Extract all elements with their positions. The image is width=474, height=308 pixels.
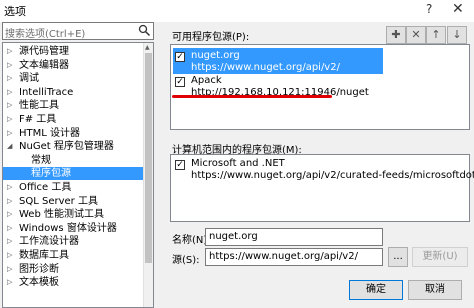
tree-scrollbar[interactable]: ▲ xyxy=(143,43,153,307)
tree-item-label: 源代码管理 xyxy=(19,46,69,57)
source-checkbox[interactable]: ✓ xyxy=(175,160,185,170)
browse-button[interactable]: ... xyxy=(388,247,408,267)
close-icon[interactable]: ✕ xyxy=(452,1,464,17)
source-name: nuget.org xyxy=(191,50,240,61)
source-url: https://www.nuget.org/api/v2/curated-fee… xyxy=(191,170,474,181)
tree-item-label: 图形诊断 xyxy=(19,263,59,275)
source-label: 源(S): xyxy=(172,255,200,266)
source-item-apack[interactable]: ✓ Apack http://192.168.10.121:11946/nuge… xyxy=(175,75,445,103)
tree-item-label: 数据库工具 xyxy=(19,250,69,261)
source-name: Apack xyxy=(191,75,222,86)
tree-item-label: IntelliTrace xyxy=(19,86,74,98)
expand-arrow-icon[interactable]: ▷ xyxy=(7,86,12,99)
tree-item-label: Web 性能测试工具 xyxy=(19,209,104,221)
tree-item-label: 文本编辑器 xyxy=(19,59,69,71)
name-field[interactable]: nuget.org xyxy=(205,228,383,246)
tree-item-label: 文本模板 xyxy=(19,277,59,289)
tree-item-label: 工作流设计器 xyxy=(19,236,79,248)
tree-item[interactable]: 程序包源 xyxy=(3,167,143,181)
available-sources-label: 可用程序包源(P): xyxy=(172,32,250,43)
tree-item-label: 程序包源 xyxy=(31,168,71,180)
expand-arrow-icon[interactable]: ▷ xyxy=(7,276,12,289)
tree-item-label: Windows 窗体设计器 xyxy=(19,222,117,234)
expand-arrow-icon[interactable]: ▷ xyxy=(7,208,12,221)
scroll-thumb[interactable] xyxy=(145,53,152,263)
expand-arrow-icon[interactable]: ◢ xyxy=(7,140,12,153)
options-tree[interactable]: ▷ 源代码管理 ▷ 文本编辑器 ▷ 调试 ▷ IntelliTrace ▷ 性能工具 ▷ F# 工具 ▷… xyxy=(2,42,154,308)
tree-item-label: F# 工具 xyxy=(19,114,57,125)
expand-arrow-icon[interactable]: ▷ xyxy=(7,235,12,248)
machine-sources-list[interactable]: ✓ Microsoft and .NET https://www.nuget.o… xyxy=(170,154,474,222)
expand-arrow-icon[interactable]: ▷ xyxy=(7,72,12,85)
expand-arrow-icon[interactable]: ▷ xyxy=(7,249,12,262)
source-checkbox[interactable]: ✓ xyxy=(175,77,185,87)
expand-arrow-icon[interactable]: ▷ xyxy=(7,195,12,208)
window-title: 选项 xyxy=(4,5,26,18)
source-checkbox[interactable]: ✓ xyxy=(175,52,185,62)
remove-source-button[interactable]: ✕ xyxy=(406,26,426,44)
source-item-microsoft[interactable]: ✓ Microsoft and .NET https://www.nuget.o… xyxy=(175,158,474,186)
scroll-up-icon[interactable]: ▲ xyxy=(145,44,150,51)
tree-item-label: HTML 设计器 xyxy=(19,127,81,139)
search-placeholder: 搜索选项(Ctrl+E) xyxy=(5,29,86,40)
tree-item-label: 调试 xyxy=(19,73,39,85)
expand-arrow-icon[interactable]: ▷ xyxy=(7,113,12,126)
expand-arrow-icon[interactable]: ▷ xyxy=(7,45,12,58)
cancel-button[interactable]: 取消 xyxy=(408,280,462,300)
source-field[interactable]: https://www.nuget.org/api/v2/ xyxy=(205,248,383,266)
tree-item-label: 常规 xyxy=(31,154,51,166)
source-name: Microsoft and .NET xyxy=(191,158,285,169)
add-source-button[interactable]: ✚ xyxy=(386,26,406,44)
expand-arrow-icon[interactable]: ▷ xyxy=(7,99,12,112)
red-underline-annotation xyxy=(172,95,332,98)
move-up-button[interactable]: ↑ xyxy=(426,26,446,44)
available-sources-list[interactable]: ✓ nuget.org https://www.nuget.org/api/v2… xyxy=(170,44,470,130)
tree-item-label: SQL Server 工具 xyxy=(19,195,98,207)
title-bar: 选项 ? ✕ xyxy=(0,0,474,22)
tree-item-label: 性能工具 xyxy=(19,100,59,112)
ok-button[interactable]: 确定 xyxy=(349,280,403,300)
update-button[interactable]: 更新(U) xyxy=(412,247,468,267)
tree-item-label: Office 工具 xyxy=(19,182,72,193)
expand-arrow-icon[interactable]: ▷ xyxy=(7,181,12,194)
expand-arrow-icon[interactable]: ▷ xyxy=(7,127,12,140)
expand-arrow-icon[interactable]: ▷ xyxy=(7,222,12,235)
move-down-button[interactable]: ↓ xyxy=(447,26,467,44)
tree-item-label: NuGet 程序包管理器 xyxy=(19,141,114,153)
help-icon[interactable]: ? xyxy=(426,2,432,16)
expand-arrow-icon[interactable]: ▷ xyxy=(7,263,12,276)
source-url: https://www.nuget.org/api/v2/ xyxy=(191,62,340,73)
search-icon[interactable] xyxy=(138,24,151,37)
source-item-nuget[interactable]: ✓ nuget.org https://www.nuget.org/api/v2… xyxy=(175,50,445,78)
expand-arrow-icon[interactable]: ▷ xyxy=(7,59,12,72)
search-input[interactable]: 搜索选项(Ctrl+E) xyxy=(2,22,154,40)
